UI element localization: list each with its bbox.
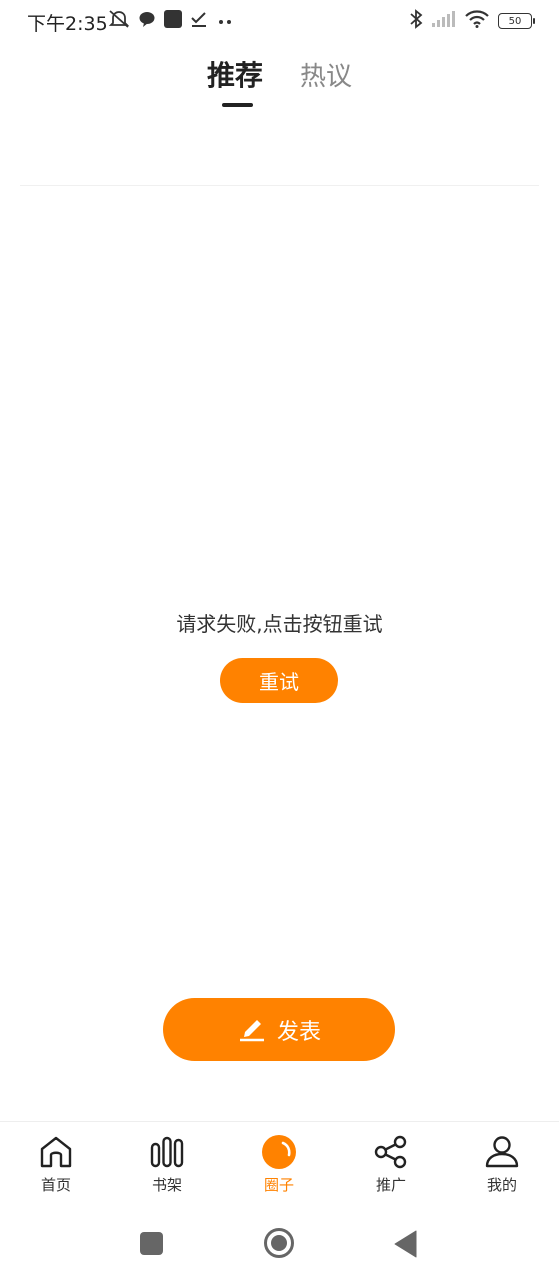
tab-recommend[interactable]: 推荐: [207, 54, 263, 94]
status-left-icons: [108, 10, 234, 32]
bottom-nav: 首页 书架 圈子 推广 我的: [0, 1121, 559, 1205]
nav-label-circle: 圈子: [263, 1176, 294, 1194]
user-icon: [484, 1134, 520, 1170]
retry-button[interactable]: 重试: [220, 658, 338, 703]
top-tabs: 推荐 热议: [0, 50, 559, 110]
nav-label-mine: 我的: [486, 1176, 517, 1194]
status-time: 下午2:35: [27, 13, 108, 35]
status-bar: 下午2:35 50: [0, 0, 559, 42]
home-system-button[interactable]: [263, 1227, 295, 1263]
recent-apps-button[interactable]: [140, 1232, 163, 1259]
header-divider: [20, 185, 539, 186]
screen: 下午2:35 50 推荐 热议 请求失败,点击按钮重试 重试 发表 首页 书架 …: [0, 0, 559, 1280]
nav-item-bookshelf[interactable]: 书架: [127, 1134, 207, 1195]
tab-hot-discussion[interactable]: 热议: [300, 56, 352, 93]
pencil-icon: [237, 1012, 267, 1048]
battery-icon: 50: [498, 13, 535, 29]
bookshelf-icon: [149, 1134, 185, 1170]
nav-label-home: 首页: [40, 1176, 71, 1194]
publish-button[interactable]: 发表: [163, 998, 395, 1061]
nav-item-mine[interactable]: 我的: [462, 1134, 542, 1195]
wifi-icon: [465, 10, 489, 32]
nav-item-circle[interactable]: 圈子: [239, 1134, 319, 1195]
nav-label-promote: 推广: [375, 1176, 406, 1194]
circle-icon: [261, 1134, 297, 1170]
publish-button-label: 发表: [276, 1019, 321, 1045]
retry-button-label: 重试: [259, 670, 299, 694]
status-right-icons: 50: [409, 9, 535, 33]
more-dots-icon: [216, 12, 234, 31]
home-icon: [38, 1134, 74, 1170]
tab-active-indicator: [222, 103, 253, 107]
error-message: 请求失败,点击按钮重试: [176, 612, 383, 636]
bluetooth-icon: [409, 9, 423, 33]
nav-label-bookshelf: 书架: [151, 1176, 182, 1194]
nav-item-promote[interactable]: 推广: [351, 1134, 431, 1195]
signal-icon: [432, 11, 456, 31]
app-square-icon: [164, 10, 182, 32]
chat-bubble-icon: [138, 10, 156, 32]
mute-bell-icon: [108, 9, 130, 33]
download-check-icon: [190, 10, 208, 32]
system-nav-bar: [0, 1205, 559, 1280]
share-icon: [373, 1134, 409, 1170]
nav-item-home[interactable]: 首页: [16, 1134, 96, 1195]
back-system-button[interactable]: [394, 1230, 418, 1262]
